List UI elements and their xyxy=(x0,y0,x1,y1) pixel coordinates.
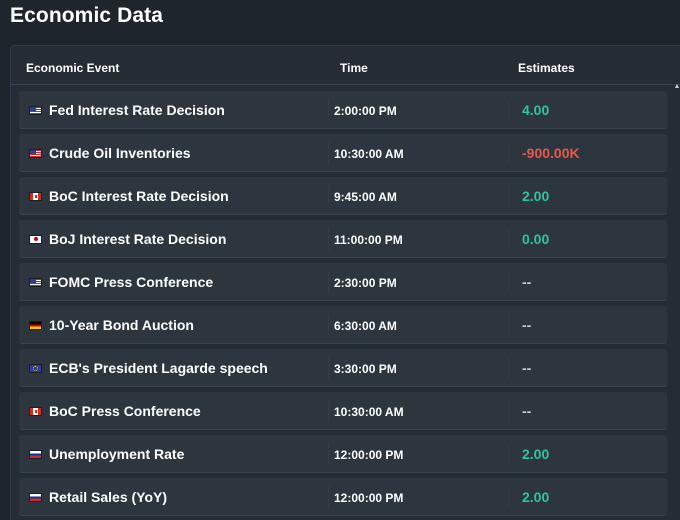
event-name: FOMC Press Conference xyxy=(49,274,214,290)
event-cell: BoC Interest Rate Decision xyxy=(29,188,229,204)
event-cell: Unemployment Rate xyxy=(29,446,184,462)
event-time: 2:30:00 PM xyxy=(334,276,397,290)
column-divider xyxy=(328,314,329,336)
column-divider xyxy=(508,314,509,336)
event-estimate: 2.00 xyxy=(522,188,550,204)
column-divider xyxy=(328,185,329,207)
event-cell: Fed Interest Rate Decision xyxy=(29,102,225,118)
event-time: 11:00:00 PM xyxy=(334,233,403,247)
event-time: 12:00:00 PM xyxy=(334,491,404,505)
event-time: 9:45:00 AM xyxy=(334,190,397,204)
event-estimate: -900.00K xyxy=(522,145,580,161)
event-cell: Retail Sales (YoY) xyxy=(29,489,167,505)
event-name: Crude Oil Inventories xyxy=(49,145,191,161)
event-name: BoJ Interest Rate Decision xyxy=(49,231,227,247)
column-divider xyxy=(508,443,509,465)
event-cell: Crude Oil Inventories xyxy=(29,145,191,161)
table-row[interactable]: BoJ Interest Rate Decision 11:00:00 PM 0… xyxy=(19,220,667,258)
column-divider xyxy=(508,400,509,422)
event-name: 10-Year Bond Auction xyxy=(49,317,194,333)
event-cell: BoJ Interest Rate Decision xyxy=(29,231,226,247)
event-cell: ECB's President Lagarde speech xyxy=(29,360,268,376)
eu-flag-icon xyxy=(29,363,42,373)
economic-events-panel: Economic Event Time Estimates Fed Intere… xyxy=(10,45,680,520)
header-divider xyxy=(11,84,680,85)
germany-flag-icon xyxy=(29,320,42,330)
column-divider xyxy=(508,142,509,164)
event-name: ECB's President Lagarde speech xyxy=(49,360,268,376)
event-name: Retail Sales (YoY) xyxy=(49,489,168,505)
scroll-up-icon[interactable]: ▲ xyxy=(673,83,680,91)
event-cell: BoC Press Conference xyxy=(29,403,201,419)
table-row[interactable]: Unemployment Rate 12:00:00 PM 2.00 xyxy=(19,435,667,473)
economic-data-page: Economic Data Economic Event Time Estima… xyxy=(0,0,680,520)
column-divider xyxy=(328,400,329,422)
column-divider xyxy=(328,142,329,164)
event-name: BoC Interest Rate Decision xyxy=(49,188,229,204)
column-divider xyxy=(508,357,509,379)
column-divider xyxy=(508,271,509,293)
table-header: Economic Event Time Estimates xyxy=(26,61,666,77)
header-estimates: Estimates xyxy=(518,61,575,75)
column-divider xyxy=(328,271,329,293)
column-divider xyxy=(328,357,329,379)
event-cell: 10-Year Bond Auction xyxy=(29,317,194,333)
event-estimate: -- xyxy=(522,360,532,376)
header-economic-event: Economic Event xyxy=(26,61,120,75)
event-name: Unemployment Rate xyxy=(49,446,185,462)
vertical-scrollbar[interactable]: ▲ xyxy=(673,83,680,520)
table-row[interactable]: ECB's President Lagarde speech 3:30:00 P… xyxy=(19,349,667,387)
us-flag-icon xyxy=(29,277,42,287)
column-divider xyxy=(328,228,329,250)
event-time: 10:30:00 AM xyxy=(334,147,404,161)
event-time: 3:30:00 PM xyxy=(334,362,397,376)
event-time: 10:30:00 AM xyxy=(334,405,404,419)
table-row[interactable]: Crude Oil Inventories 10:30:00 AM -900.0… xyxy=(19,134,667,172)
us-flag-icon xyxy=(29,105,42,115)
event-time: 12:00:00 PM xyxy=(334,448,404,462)
table-row[interactable]: FOMC Press Conference 2:30:00 PM -- xyxy=(19,263,667,301)
table-row[interactable]: 10-Year Bond Auction 6:30:00 AM -- xyxy=(19,306,667,344)
event-name: BoC Press Conference xyxy=(49,403,201,419)
us-flag-icon xyxy=(29,148,42,158)
column-divider xyxy=(328,443,329,465)
column-divider xyxy=(508,185,509,207)
table-row[interactable]: BoC Press Conference 10:30:00 AM -- xyxy=(19,392,667,430)
event-estimate: 4.00 xyxy=(522,102,550,118)
column-divider xyxy=(508,486,509,508)
event-estimate: -- xyxy=(522,317,532,333)
japan-flag-icon xyxy=(29,234,42,244)
event-estimate: 0.00 xyxy=(522,231,550,247)
event-cell: FOMC Press Conference xyxy=(29,274,213,290)
column-divider xyxy=(508,228,509,250)
russia-flag-icon xyxy=(29,449,42,459)
event-estimate: 2.00 xyxy=(522,489,550,505)
canada-flag-icon xyxy=(29,406,42,416)
event-name: Fed Interest Rate Decision xyxy=(49,102,225,118)
column-divider xyxy=(328,486,329,508)
page-title: Economic Data xyxy=(10,4,164,27)
event-time: 2:00:00 PM xyxy=(334,104,397,118)
event-estimate: 2.00 xyxy=(522,446,550,462)
event-estimate: -- xyxy=(522,274,532,290)
table-row[interactable]: Retail Sales (YoY) 12:00:00 PM 2.00 xyxy=(19,478,667,516)
header-time: Time xyxy=(340,61,368,75)
russia-flag-icon xyxy=(29,492,42,502)
table-row[interactable]: BoC Interest Rate Decision 9:45:00 AM 2.… xyxy=(19,177,667,215)
column-divider xyxy=(508,99,509,121)
table-row[interactable]: Fed Interest Rate Decision 2:00:00 PM 4.… xyxy=(19,91,667,129)
canada-flag-icon xyxy=(29,191,42,201)
event-estimate: -- xyxy=(522,403,532,419)
event-time: 6:30:00 AM xyxy=(334,319,397,333)
column-divider xyxy=(328,99,329,121)
